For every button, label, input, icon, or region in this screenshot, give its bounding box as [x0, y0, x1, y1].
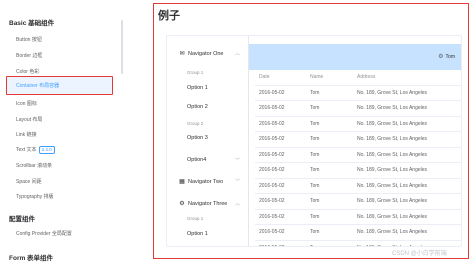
cell-date: 2016-05-02 [259, 198, 285, 204]
cell-name: Tom [310, 245, 319, 247]
cell-date: 2016-05-02 [259, 245, 285, 247]
cell-address: No. 189, Grove St, Los Angeles [357, 198, 428, 204]
sidebar-group-form: Form 表单组件 [9, 255, 54, 262]
cell-address: No. 189, Grove St, Los Angeles [357, 89, 428, 96]
version-badge: 2.3.0 [38, 146, 55, 154]
sidebar-item-typography[interactable]: Typography 排版 [16, 193, 54, 200]
cell-name: Tom [310, 136, 320, 142]
cell-address: No. 189, Grove St, Los Angeles [357, 136, 428, 142]
sidebar-item-button[interactable]: Button 按钮 [16, 36, 42, 43]
cell-date: 2016-05-02 [259, 120, 285, 127]
submenu-navigator-three[interactable]: ⚙ Navigator Three [179, 200, 227, 207]
menu-group-3: Group 1 [187, 216, 204, 221]
column-header-date[interactable]: Date [259, 74, 270, 80]
example-frame: 例子 ✉ Navigator One ︿ Group 1 Option 1 Opt… [153, 3, 469, 259]
table-row: 2016-05-02 Tom No. 189, Grove St, Los Ange… [255, 101, 461, 117]
submenu-navigator-two[interactable]: ▦ Navigator Two [179, 178, 223, 185]
table-row: 2016-05-02 Tom No. 189, Grove St, Los Ange… [255, 241, 461, 247]
sidebar-item-icon[interactable]: Icon 图标 [16, 100, 37, 107]
submenu-navigator-two-label: Navigator Two [188, 179, 224, 185]
container-demo: ✉ Navigator One ︿ Group 1 Option 1 Option… [166, 35, 462, 247]
column-header-address[interactable]: Address [357, 74, 375, 80]
cell-date: 2016-05-02 [259, 136, 285, 142]
table-row: 2016-05-02 Tom No. 189, Grove St, Los Ange… [255, 132, 461, 148]
menu-item-option-4[interactable]: Option4 [187, 157, 206, 163]
cell-address: No. 189, Grove St, Los Angeles [357, 213, 428, 220]
cell-address: No. 189, Grove St, Los Angeles [357, 167, 428, 173]
cell-date: 2016-05-02 [259, 89, 285, 96]
table-row: 2016-05-02 Tom No. 189, Grove St, Los Ange… [255, 163, 461, 179]
sidebar-item-color[interactable]: Color 色彩 [16, 68, 39, 75]
table-row: 2016-05-02 Tom No. 189, Grove St, Los Ange… [255, 86, 461, 101]
demo-table: Date Name Address 2016-05-02 Tom No. 189, … [255, 70, 461, 247]
table-row: 2016-05-02 Tom No. 189, Grove St, Los Ange… [255, 210, 461, 225]
sidebar-item-link[interactable]: Link 链接 [16, 131, 37, 138]
gear-icon[interactable]: ⚙ [438, 54, 443, 60]
header-user-name: Tom [445, 54, 455, 60]
page-title: 例子 [158, 10, 180, 22]
menu-item-option-2[interactable]: Option 2 [187, 104, 208, 110]
docs-sidebar: Basic 基础组件 Button 按钮 Border 边框 Color 色彩 … [0, 0, 124, 262]
sidebar-scrollbar[interactable] [121, 20, 123, 74]
sidebar-item-layout[interactable]: Layout 布局 [16, 116, 42, 123]
sidebar-item-text[interactable]: Text 文本 2.3.0 [16, 146, 55, 154]
cell-date: 2016-05-02 [259, 151, 285, 158]
cell-address: No. 189, Grove St, Los Angeles [357, 120, 428, 127]
cell-address: No. 189, Grove St, Los Angeles [357, 245, 427, 247]
cell-date: 2016-05-02 [259, 105, 285, 111]
sidebar-item-space[interactable]: Space 间距 [16, 178, 42, 185]
cell-name: Tom [310, 89, 320, 96]
message-icon: ✉ [179, 51, 185, 57]
submenu-navigator-three-label: Navigator Three [188, 201, 228, 207]
cell-name: Tom [310, 229, 320, 235]
table-header-row: Date Name Address [255, 70, 461, 86]
chevron-down-icon: ﹀ [235, 158, 241, 164]
table-row: 2016-05-02 Tom No. 189, Grove St, Los Ange… [255, 148, 461, 163]
cell-name: Tom [310, 182, 320, 189]
cell-date: 2016-05-02 [259, 213, 285, 220]
sidebar-item-config-provider[interactable]: Config Provider 全局配置 [16, 230, 72, 237]
menu-group-1: Group 1 [187, 70, 204, 75]
sidebar-item-text-label: Text 文本 [16, 147, 37, 153]
cell-date: 2016-05-02 [259, 182, 285, 189]
menu-item-option-1[interactable]: Option 1 [187, 85, 208, 91]
sidebar-group-basic: Basic 基础组件 [9, 20, 55, 27]
cell-name: Tom [310, 151, 320, 158]
table-row: 2016-05-02 Tom No. 189, Grove St, Los Ange… [255, 194, 461, 210]
menu-item-option-3[interactable]: Option 3 [187, 135, 208, 141]
cell-name: Tom [310, 105, 320, 111]
header-user[interactable]: ⚙ Tom [438, 53, 455, 60]
cell-address: No. 189, Grove St, Los Angeles [357, 182, 428, 189]
chevron-up-icon: ︿ [235, 201, 241, 207]
chevron-down-icon: ﹀ [235, 179, 241, 185]
cell-name: Tom [310, 213, 320, 220]
demo-header: ⚙ Tom [249, 44, 461, 70]
submenu-navigator-one-label: Navigator One [188, 51, 224, 57]
sidebar-group-config: 配置组件 [9, 216, 35, 223]
cell-name: Tom [310, 120, 320, 127]
table-row: 2016-05-02 Tom No. 189, Grove St, Los Ange… [255, 225, 461, 241]
menu-group-2: Group 2 [187, 121, 204, 126]
table-row: 2016-05-02 Tom No. 189, Grove St, Los Ange… [255, 179, 461, 194]
sidebar-item-scrollbar[interactable]: Scrollbar 滚动条 [16, 162, 52, 169]
column-header-name[interactable]: Name [310, 74, 323, 80]
chevron-up-icon: ︿ [235, 51, 241, 57]
cell-date: 2016-05-02 [259, 229, 285, 235]
demo-aside-menu: ✉ Navigator One ︿ Group 1 Option 1 Option… [167, 36, 249, 246]
sidebar-item-container[interactable]: Container 布局容器 [6, 76, 113, 95]
cell-name: Tom [310, 198, 320, 204]
cell-address: No. 189, Grove St, Los Angeles [357, 151, 428, 158]
submenu-navigator-one[interactable]: ✉ Navigator One [179, 50, 223, 57]
table-row: 2016-05-02 Tom No. 189, Grove St, Los Ange… [255, 117, 461, 132]
sidebar-item-container-label: Container 布局容器 [16, 83, 60, 89]
menu-grid-icon: ▦ [179, 179, 185, 185]
cell-address: No. 189, Grove St, Los Angeles [357, 105, 428, 111]
cell-address: No. 189, Grove St, Los Angeles [357, 229, 428, 235]
setting-icon: ⚙ [179, 201, 185, 207]
cell-name: Tom [310, 167, 320, 173]
sidebar-item-border[interactable]: Border 边框 [16, 52, 42, 59]
csdn-watermark: CSDN @小白学前端 [392, 251, 447, 257]
cell-date: 2016-05-02 [259, 167, 285, 173]
menu-item-option-5[interactable]: Option 1 [187, 231, 208, 237]
